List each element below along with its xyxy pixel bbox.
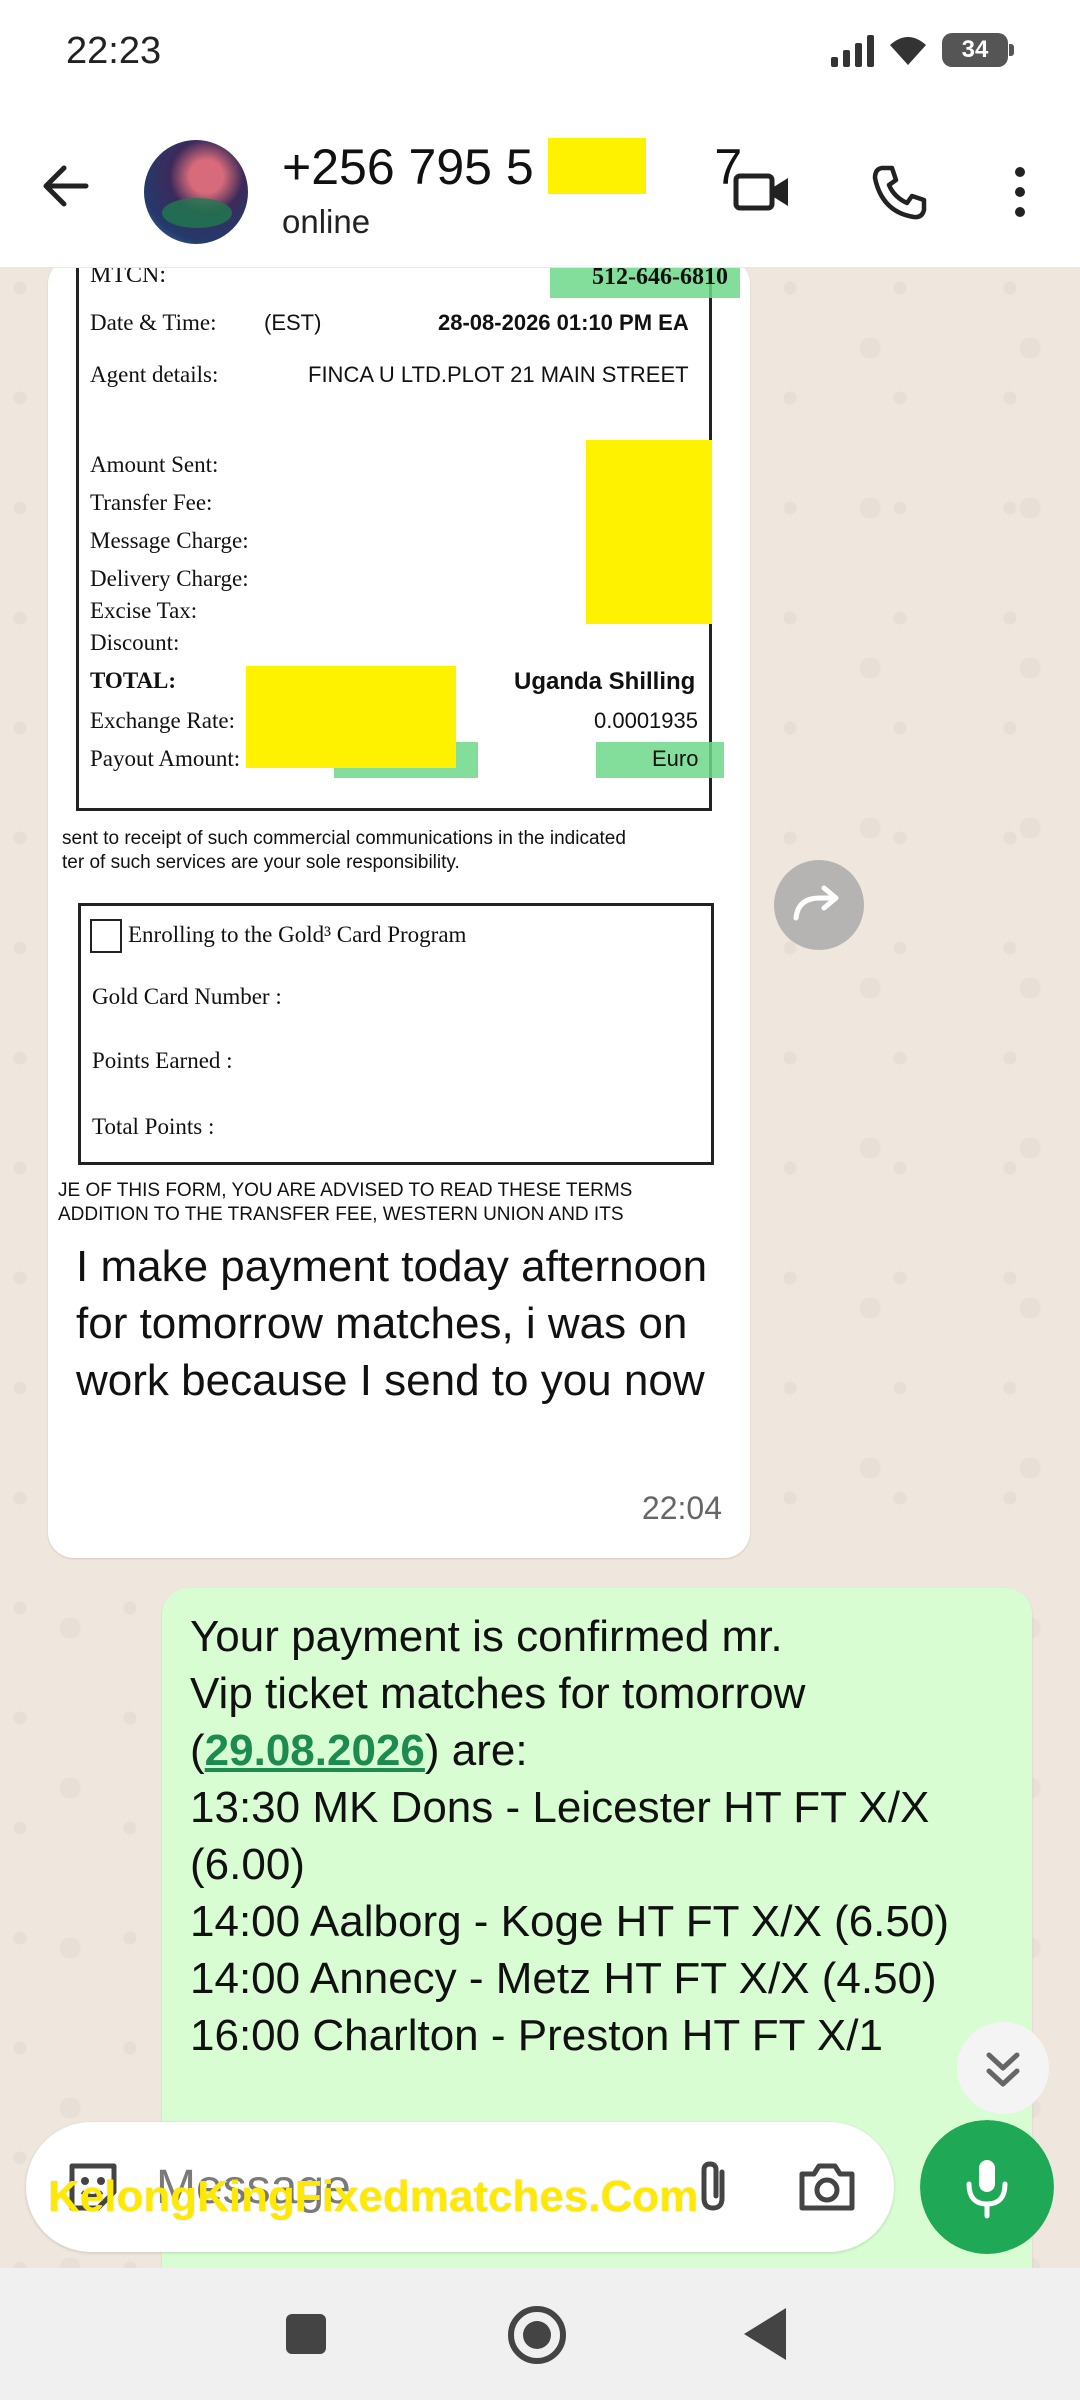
scroll-down-icon[interactable] xyxy=(956,2021,1050,2115)
system-nav-bar xyxy=(0,2268,1080,2400)
message-line-end: ) are: xyxy=(424,1726,528,1775)
discount-label: Discount: xyxy=(90,630,180,655)
message-time: 22:04 xyxy=(641,1490,722,1526)
message-line: Your payment is confirmed mr. xyxy=(190,1612,783,1661)
datetime-value: 28-08-2026 01:10 PM EA xyxy=(438,310,689,335)
exchange-rate-label: Exchange Rate: xyxy=(90,708,235,733)
redaction-box xyxy=(548,138,646,194)
status-bar: 22:23 34 xyxy=(0,0,1080,100)
datetime-zone: (EST) xyxy=(264,310,322,335)
gold-enroll-label: Enrolling to the Gold³ Card Program xyxy=(128,922,467,947)
agent-value: FINCA U LTD.PLOT 21 MAIN STREET xyxy=(308,362,689,387)
home-icon[interactable] xyxy=(508,2306,566,2364)
total-label: TOTAL: xyxy=(90,668,177,693)
incoming-message-bubble[interactable]: MTCN: 512-646-6810 Date & Time: (EST) 28… xyxy=(48,268,750,1558)
match-list: 13:30 MK Dons - Leicester HT FT X/X (6.0… xyxy=(190,1783,949,2060)
date-link[interactable]: 29.08.2026 xyxy=(205,1726,425,1775)
currency-value: Uganda Shilling xyxy=(514,668,696,695)
video-call-icon[interactable] xyxy=(730,160,794,224)
mtcn-label: MTCN: xyxy=(90,268,167,288)
payout-label: Payout Amount: xyxy=(90,746,241,771)
nav-back-icon[interactable] xyxy=(744,2308,786,2360)
message-line: (29.08.2026) are: xyxy=(190,1726,528,1775)
total-points-label: Total Points : xyxy=(92,1114,215,1139)
terms-line: ADDITION TO THE TRANSFER FEE, WESTERN UN… xyxy=(58,1204,624,1225)
paren: ( xyxy=(190,1726,205,1775)
excise-tax-label: Excise Tax: xyxy=(90,598,198,623)
status-icons: 34 xyxy=(831,30,1014,70)
microphone-icon[interactable] xyxy=(920,2120,1054,2254)
payout-currency: Euro xyxy=(652,746,699,771)
more-options-icon[interactable] xyxy=(988,160,1052,224)
forward-icon[interactable] xyxy=(774,860,864,950)
gold-enroll-checkbox xyxy=(90,919,122,953)
back-arrow-icon[interactable] xyxy=(38,158,94,214)
receipt-image[interactable]: MTCN: 512-646-6810 Date & Time: (EST) 28… xyxy=(58,268,740,1226)
agent-label: Agent details: xyxy=(90,362,219,387)
delivery-charge-label: Delivery Charge: xyxy=(90,566,249,591)
redaction-box xyxy=(246,666,456,768)
watermark: KelongKingFixedmatches.Com xyxy=(48,2172,699,2221)
message-charge-label: Message Charge: xyxy=(90,528,249,553)
message-text: I make payment today afternoon for tomor… xyxy=(76,1242,708,1405)
status-time: 22:23 xyxy=(66,30,162,72)
avatar[interactable] xyxy=(144,140,248,244)
wifi-icon xyxy=(890,37,926,65)
notice-line: sent to receipt of such commercial commu… xyxy=(62,828,626,849)
contact-name[interactable]: +256 795 5 7 xyxy=(282,138,742,196)
mtcn-value: 512-646-6810 xyxy=(592,268,728,290)
datetime-label: Date & Time: xyxy=(90,310,217,335)
terms-line: JE OF THIS FORM, YOU ARE ADVISED TO READ… xyxy=(58,1180,633,1201)
redaction-box xyxy=(586,440,712,624)
points-earned-label: Points Earned : xyxy=(92,1048,233,1073)
battery-icon: 34 xyxy=(942,33,1014,67)
camera-icon[interactable] xyxy=(796,2158,858,2216)
signal-icon xyxy=(831,33,874,67)
chat-area[interactable]: MTCN: 512-646-6810 Date & Time: (EST) 28… xyxy=(0,268,1080,2268)
exchange-rate-value: 0.0001935 xyxy=(594,708,698,733)
message-text: Your payment is confirmed mr. Vip ticket… xyxy=(190,1608,1010,2064)
message-line: Vip ticket matches for tomorrow xyxy=(190,1669,806,1718)
phone-call-icon[interactable] xyxy=(868,160,932,224)
recent-apps-icon[interactable] xyxy=(286,2314,326,2354)
contact-status: online xyxy=(282,203,371,240)
gold-number-label: Gold Card Number : xyxy=(92,984,282,1009)
notice-line: ter of such services are your sole respo… xyxy=(62,852,460,873)
transfer-fee-label: Transfer Fee: xyxy=(90,490,213,515)
chat-header: +256 795 5 7 online xyxy=(0,100,1080,268)
amount-sent-label: Amount Sent: xyxy=(90,452,219,477)
